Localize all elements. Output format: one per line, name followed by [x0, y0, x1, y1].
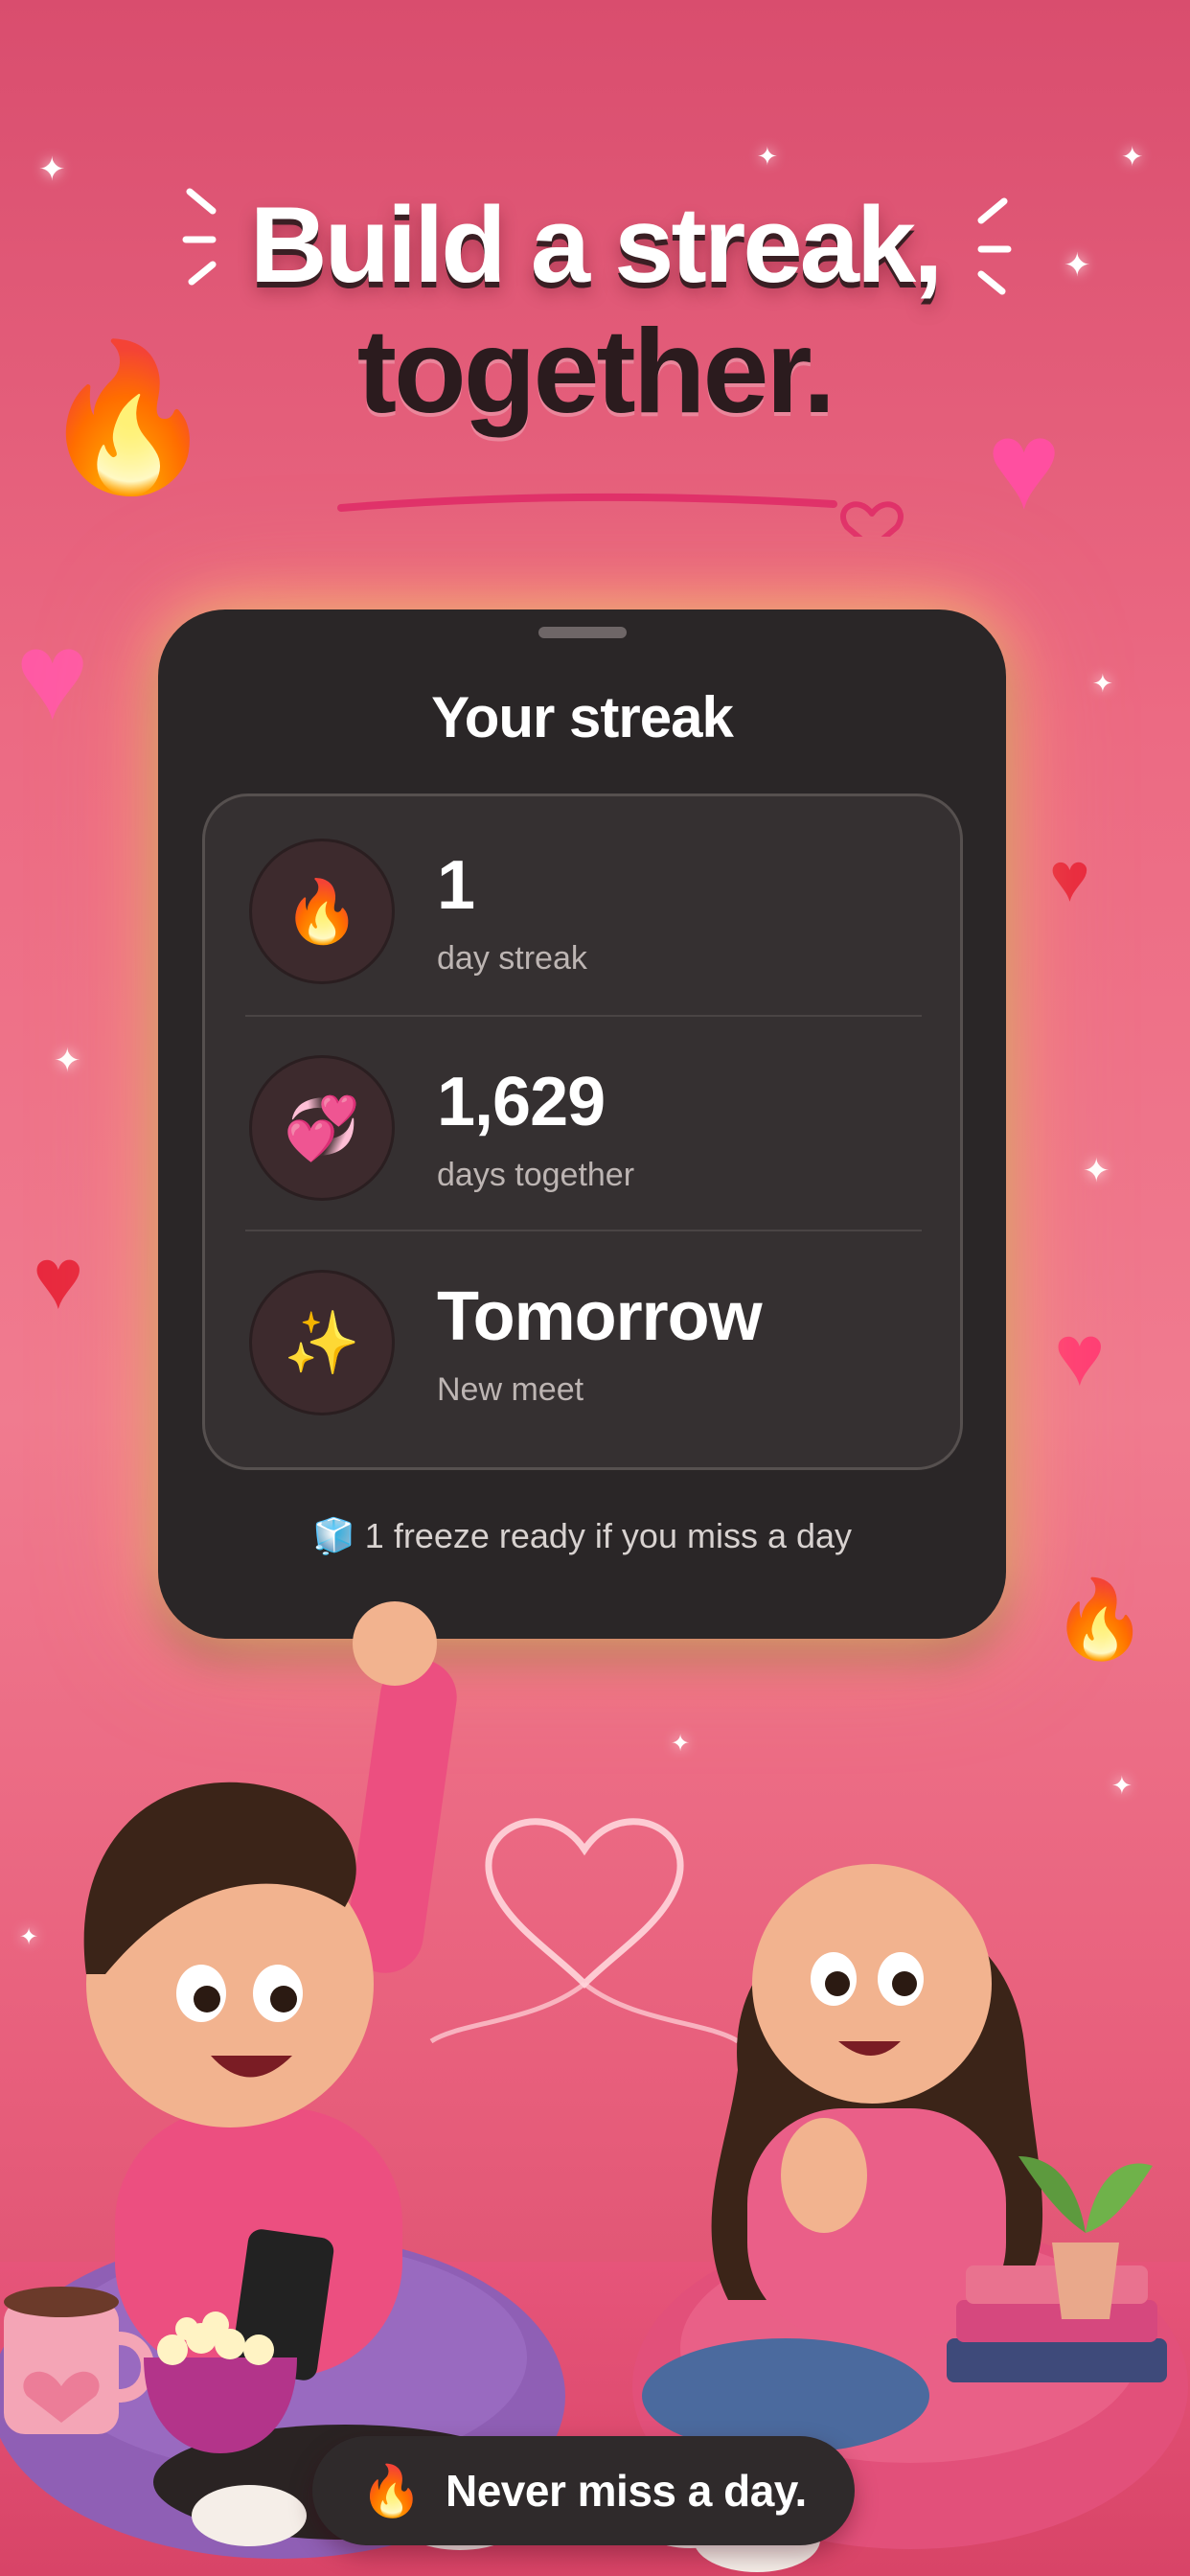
card-title: Your streak: [431, 685, 734, 749]
sparkle-icon: ✦: [38, 151, 66, 188]
headline-underline: [337, 493, 904, 537]
stat-caption: days together: [437, 1157, 635, 1193]
stat-value: 1: [437, 847, 475, 924]
stats-panel: 🔥 1 day streak 💞 1,629 days together ✨ T…: [202, 794, 963, 1470]
stat-value: Tomorrow: [437, 1278, 763, 1355]
never-miss-pill[interactable]: 🔥 Never miss a day.: [312, 2436, 855, 2545]
burst-lines-icon: [182, 188, 217, 286]
sparkle-icon: ✦: [1121, 142, 1144, 172]
stat-row-next-meet: ✨ Tomorrow New meet: [205, 1228, 960, 1442]
headline-line-2: together.: [356, 306, 836, 438]
sparkle-icon: ✦: [1083, 1153, 1110, 1189]
stat-row-days-together: 💞 1,629 days together: [205, 1013, 960, 1228]
heart-decoration-icon: ♥: [1054, 1308, 1106, 1404]
sparkle-icon: ✦: [1092, 669, 1113, 698]
fire-icon: 🔥: [249, 839, 395, 984]
neon-heart-icon: [485, 1818, 684, 1989]
two-hearts-icon: 💞: [249, 1055, 395, 1201]
freeze-notice: 🧊 1 freeze ready if you miss a day: [158, 1516, 1006, 1556]
streak-card: Your streak 🔥 1 day streak 💞 1,629 days …: [158, 610, 1006, 1639]
ice-cube-icon: 🧊: [311, 1516, 355, 1555]
sparkle-icon: ✦: [54, 1043, 81, 1079]
sheet-grabber[interactable]: [538, 627, 627, 638]
heart-decoration-icon: ♥: [1049, 840, 1090, 916]
fire-icon: 🔥: [360, 2463, 423, 2519]
sparkles-icon: ✨: [249, 1270, 395, 1415]
stat-caption: day streak: [437, 940, 587, 977]
sparkle-icon: ✦: [757, 142, 778, 171]
pill-text: Never miss a day.: [445, 2466, 807, 2516]
fire-heart-decoration-icon: ♥: [33, 1231, 84, 1327]
heart-decoration-icon: ♥: [15, 606, 90, 746]
stat-row-streak: 🔥 1 day streak: [205, 796, 960, 1011]
burst-lines-icon: [977, 197, 1012, 295]
couple-illustration: [0, 1601, 1188, 2572]
stat-value: 1,629: [437, 1064, 606, 1140]
stat-caption: New meet: [437, 1371, 584, 1408]
freeze-text: 1 freeze ready if you miss a day: [364, 1516, 853, 1555]
